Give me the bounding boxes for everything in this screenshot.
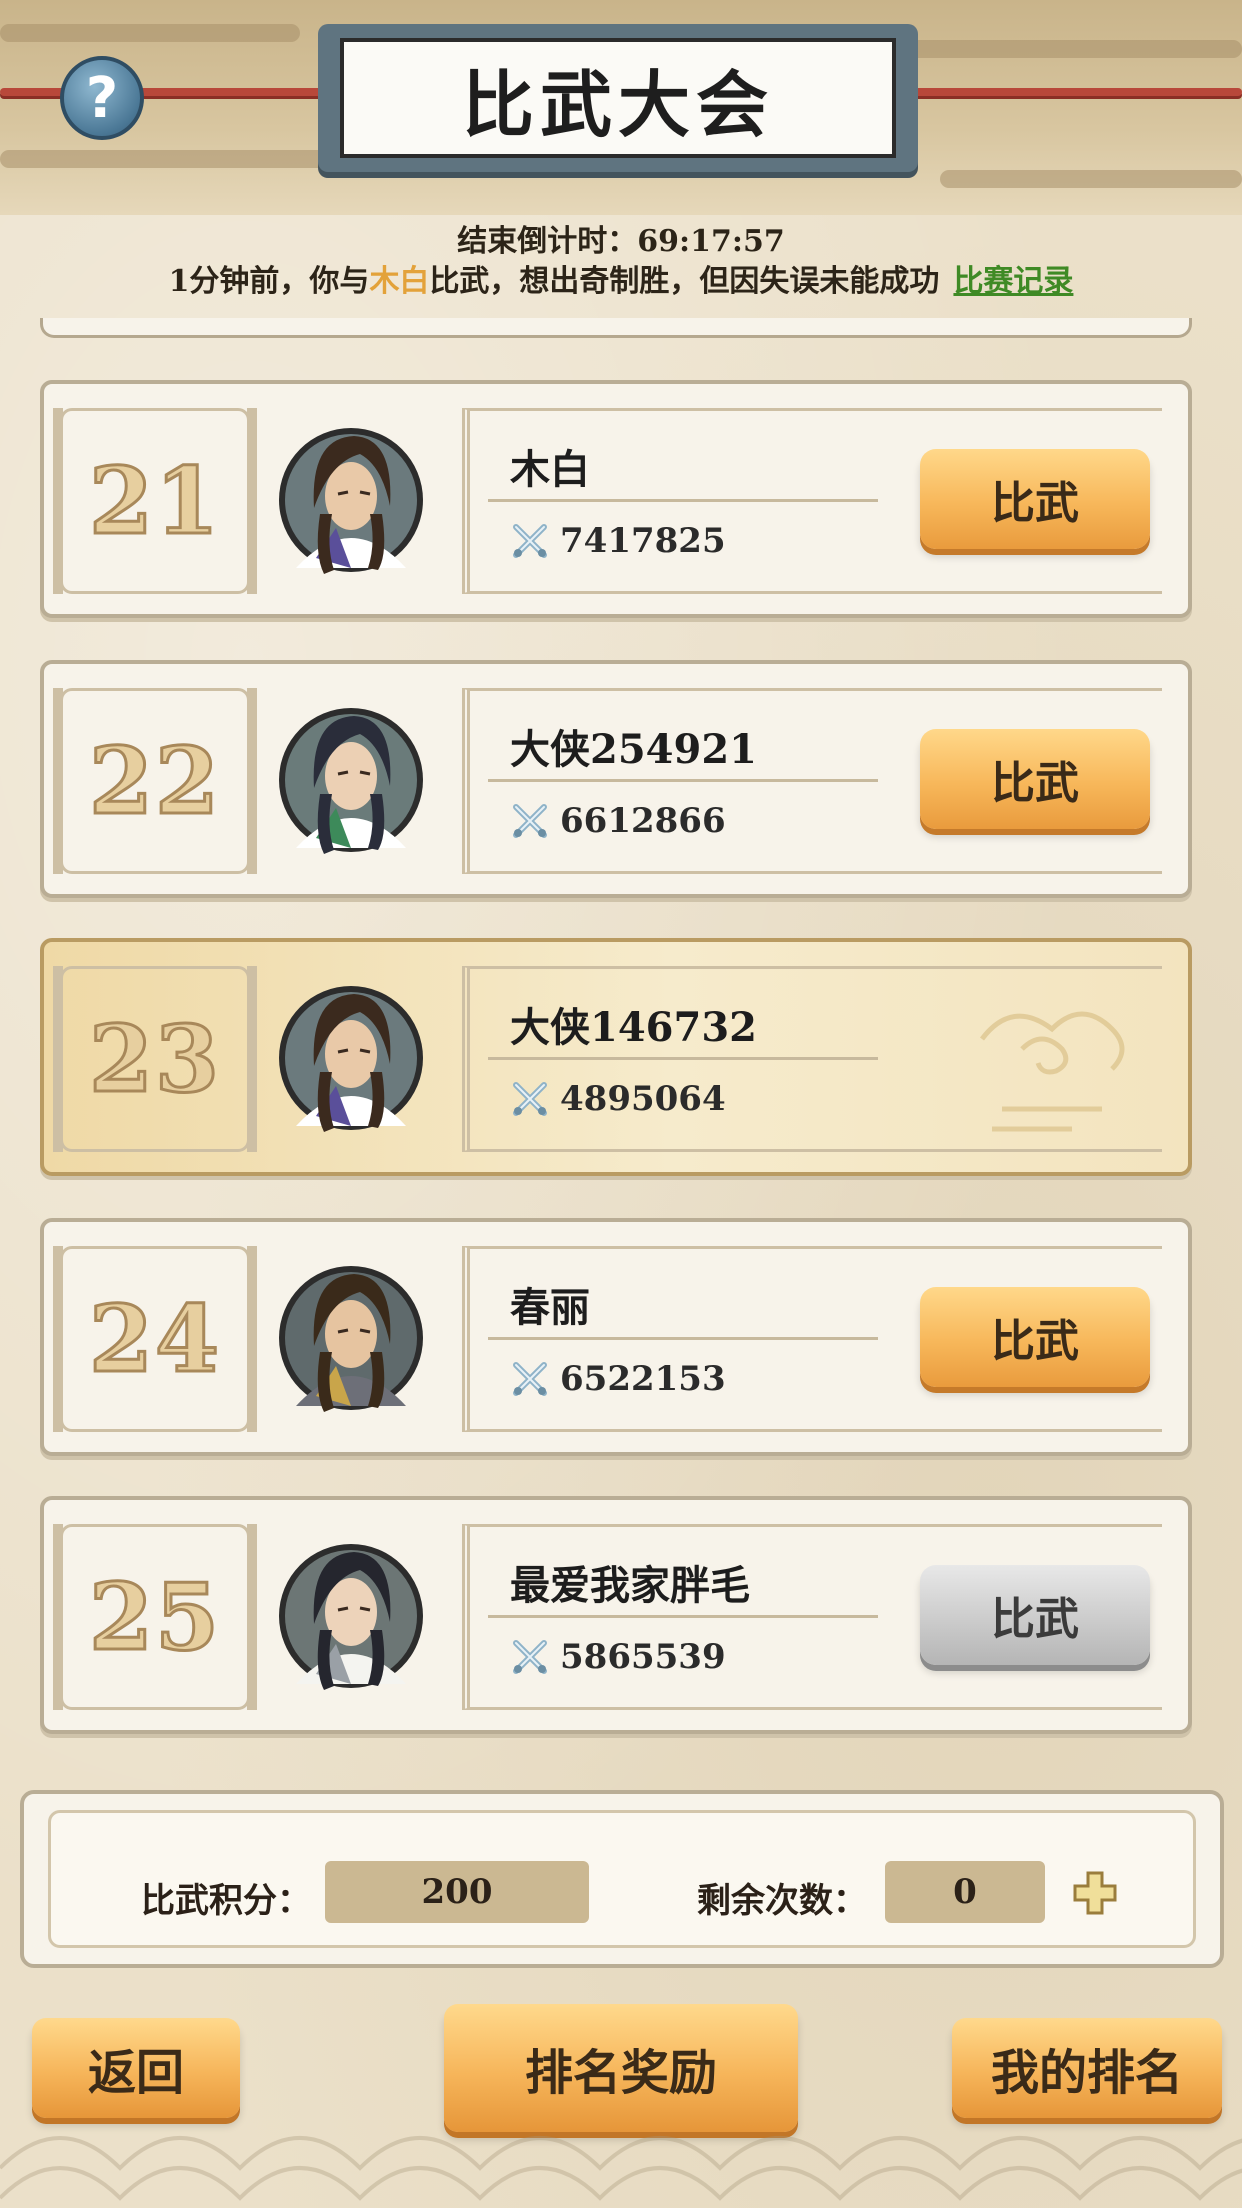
header-stripe <box>940 170 1242 188</box>
combat-power: 6612866 <box>560 801 726 841</box>
player-name: 大侠254921 <box>510 726 757 773</box>
crossed-swords-icon <box>513 524 547 558</box>
player-avatar[interactable] <box>276 1534 426 1694</box>
combat-power: 7417825 <box>560 521 726 561</box>
crossed-swords-icon <box>513 1082 547 1116</box>
stats-inner: 比武积分： 200 剩余次数： 0 <box>48 1810 1196 1948</box>
info-divider <box>488 499 878 502</box>
help-button[interactable]: ? <box>60 56 144 140</box>
match-record-link[interactable]: 比赛记录 <box>953 264 1073 299</box>
remaining-label: 剩余次数： <box>697 1881 867 1921</box>
countdown-label: 结束倒计时： <box>457 224 638 259</box>
title-plate: 比武大会 <box>318 24 918 172</box>
player-info: 大侠146732 4895064 <box>462 966 1162 1152</box>
header-stripe <box>0 24 300 42</box>
rank-box: 25 <box>53 1524 257 1710</box>
player-avatar[interactable] <box>276 418 426 578</box>
info-divider <box>488 1615 878 1618</box>
rank-box: 23 <box>53 966 257 1152</box>
info-divider <box>488 1337 878 1340</box>
points-label: 比武积分： <box>141 1881 311 1921</box>
crossed-swords-icon <box>513 1362 547 1396</box>
rank-row: 22 大侠254921 6612866 比武 <box>40 660 1192 898</box>
stats-panel: 比武积分： 200 剩余次数： 0 <box>20 1790 1224 1968</box>
challenge-button[interactable]: 比武 <box>920 449 1150 549</box>
page-title: 比武大会 <box>340 38 896 158</box>
battle-news: 1分钟前，你与木白比武，想出奇制胜，但因失误未能成功 比赛记录 <box>0 256 1242 300</box>
countdown-value: 69:17:57 <box>637 224 785 259</box>
rank-row: 25 最爱我家胖毛 5865539 比武 <box>40 1496 1192 1734</box>
rank-number: 25 <box>87 1562 222 1673</box>
player-name: 春丽 <box>510 1284 590 1331</box>
header-stripe <box>0 150 360 168</box>
news-prefix: 1分钟前，你与 <box>168 264 370 299</box>
player-info: 春丽 6522153 比武 <box>462 1246 1162 1432</box>
player-info: 大侠254921 6612866 比武 <box>462 688 1162 874</box>
rank-number: 23 <box>87 1004 222 1115</box>
player-avatar[interactable] <box>276 1256 426 1416</box>
rank-box: 21 <box>53 408 257 594</box>
combat-power: 4895064 <box>560 1079 726 1119</box>
player-avatar[interactable] <box>276 976 426 1136</box>
header-stripe <box>880 40 1242 58</box>
player-info: 最爱我家胖毛 5865539 比武 <box>462 1524 1162 1710</box>
crossed-swords-icon <box>513 804 547 838</box>
rank-box: 24 <box>53 1246 257 1432</box>
wave-pattern <box>0 2136 1242 2201</box>
rank-row-self: 23 大侠146732 4895064 <box>40 938 1192 1176</box>
player-name: 最爱我家胖毛 <box>510 1562 750 1609</box>
list-top-edge <box>40 318 1192 338</box>
rank-row: 24 春丽 6522153 比武 <box>40 1218 1192 1456</box>
info-divider <box>488 1057 878 1060</box>
player-name: 木白 <box>510 446 590 493</box>
rank-number: 24 <box>87 1284 222 1395</box>
crossed-swords-icon <box>513 1640 547 1674</box>
challenge-button[interactable]: 比武 <box>920 1287 1150 1387</box>
combat-power: 5865539 <box>560 1637 726 1677</box>
remaining-value: 0 <box>885 1861 1045 1923</box>
player-name: 大侠146732 <box>510 1004 757 1051</box>
rank-number: 21 <box>87 446 222 557</box>
info-divider <box>488 779 878 782</box>
news-opponent: 木白 <box>369 264 430 299</box>
cloud-ornament <box>980 1011 1125 1132</box>
add-attempts-icon[interactable] <box>1071 1869 1119 1917</box>
player-avatar[interactable] <box>276 698 426 858</box>
rank-number: 22 <box>87 726 222 837</box>
challenge-button[interactable]: 比武 <box>920 729 1150 829</box>
combat-power: 6522153 <box>560 1359 726 1399</box>
news-suffix: 比武，想出奇制胜，但因失误未能成功 <box>429 264 940 299</box>
rope-right <box>906 88 1242 96</box>
challenge-button[interactable]: 比武 <box>920 1565 1150 1665</box>
rank-row: 21 木白 7417825 比武 <box>40 380 1192 618</box>
rank-box: 22 <box>53 688 257 874</box>
rope-left <box>0 88 330 96</box>
points-value: 200 <box>325 1861 589 1923</box>
countdown: 结束倒计时：69:17:57 <box>0 216 1242 260</box>
player-info: 木白 7417825 比武 <box>462 408 1162 594</box>
